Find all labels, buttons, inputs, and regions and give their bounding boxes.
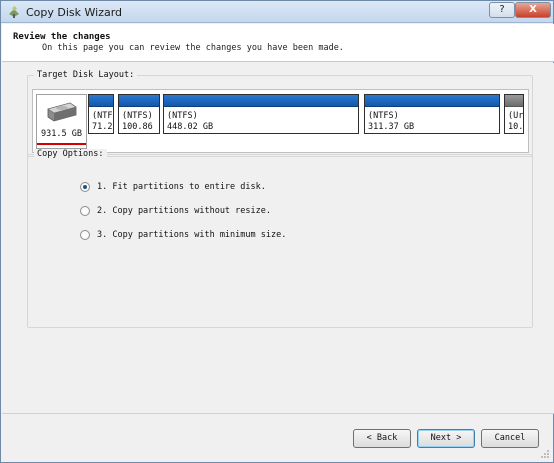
wizard-header: Review the changes On this page you can … (2, 24, 554, 62)
partition-2-fs: (NTFS) (122, 111, 153, 121)
copy-disk-wizard-window: Copy Disk Wizard ? X Review the changes … (0, 0, 554, 463)
title-bar[interactable]: Copy Disk Wizard ? X (1, 1, 553, 23)
page-subtitle: On this page you can review the changes … (42, 43, 344, 53)
partition-1[interactable]: (NTFS 71.29 (88, 94, 114, 134)
option-fit-partitions-label[interactable]: 1. Fit partitions to entire disk. (97, 182, 266, 192)
target-disk-layout-legend: Target Disk Layout: (34, 70, 138, 80)
partition-1-size: 71.29 (92, 122, 113, 132)
partition-3-bar (164, 95, 358, 107)
option-fit-partitions-radio[interactable] (80, 182, 90, 192)
option-copy-without-resize[interactable]: 2. Copy partitions without resize. (80, 204, 271, 218)
partition-4[interactable]: (NTFS) 311.37 GB (364, 94, 500, 134)
copy-options-legend: Copy Options: (34, 149, 107, 159)
help-button[interactable]: ? (489, 2, 515, 18)
option-fit-partitions[interactable]: 1. Fit partitions to entire disk. (80, 180, 266, 194)
back-button[interactable]: < Back (353, 429, 411, 448)
disk-size-label: 931.5 GB (41, 129, 82, 139)
option-copy-without-resize-radio[interactable] (80, 206, 90, 216)
resize-grip-icon[interactable] (540, 449, 550, 459)
copy-options-group: Copy Options: 1. Fit partitions to entir… (27, 149, 533, 328)
disk-layout-map: 931.5 GB (NTFS 71.29 (NTFS) 100.86 ( (32, 89, 529, 153)
option-minimum-size-label[interactable]: 3. Copy partitions with minimum size. (97, 230, 286, 240)
disk-size-underline (37, 143, 86, 145)
option-minimum-size-radio[interactable] (80, 230, 90, 240)
partition-2[interactable]: (NTFS) 100.86 ( (118, 94, 160, 134)
page-title: Review the changes (13, 32, 111, 42)
partition-4-bar (365, 95, 499, 107)
close-button[interactable]: X (515, 2, 551, 18)
partition-2-bar (119, 95, 159, 107)
partition-4-size: 311.37 GB (368, 122, 415, 132)
wizard-app-icon (9, 6, 19, 18)
option-copy-without-resize-label[interactable]: 2. Copy partitions without resize. (97, 206, 271, 216)
wizard-content: Target Disk Layout: 931.5 GB (NTFS (2, 63, 554, 413)
partition-4-fs: (NTFS) (368, 111, 399, 121)
option-minimum-size[interactable]: 3. Copy partitions with minimum size. (80, 228, 286, 242)
partition-3-fs: (NTFS) (167, 111, 198, 121)
partition-3[interactable]: (NTFS) 448.02 GB (163, 94, 359, 134)
partition-5-bar (505, 95, 523, 107)
window-title: Copy Disk Wizard (26, 6, 123, 19)
partition-3-size: 448.02 GB (167, 122, 214, 132)
partition-1-fs: (NTFS (92, 111, 113, 121)
disk-tile[interactable]: 931.5 GB (36, 94, 87, 149)
cancel-button[interactable]: Cancel (481, 429, 539, 448)
partition-5[interactable]: (Ur 10. (504, 94, 524, 134)
footer-divider (2, 413, 554, 414)
partition-1-bar (89, 95, 113, 107)
partition-5-size: 10. (508, 122, 524, 132)
partition-5-fs: (Ur (508, 111, 524, 121)
partition-2-size: 100.86 ( (122, 122, 160, 132)
target-disk-layout-group: Target Disk Layout: 931.5 GB (NTFS (27, 70, 533, 157)
hard-disk-icon (47, 102, 77, 122)
next-button[interactable]: Next > (417, 429, 475, 448)
